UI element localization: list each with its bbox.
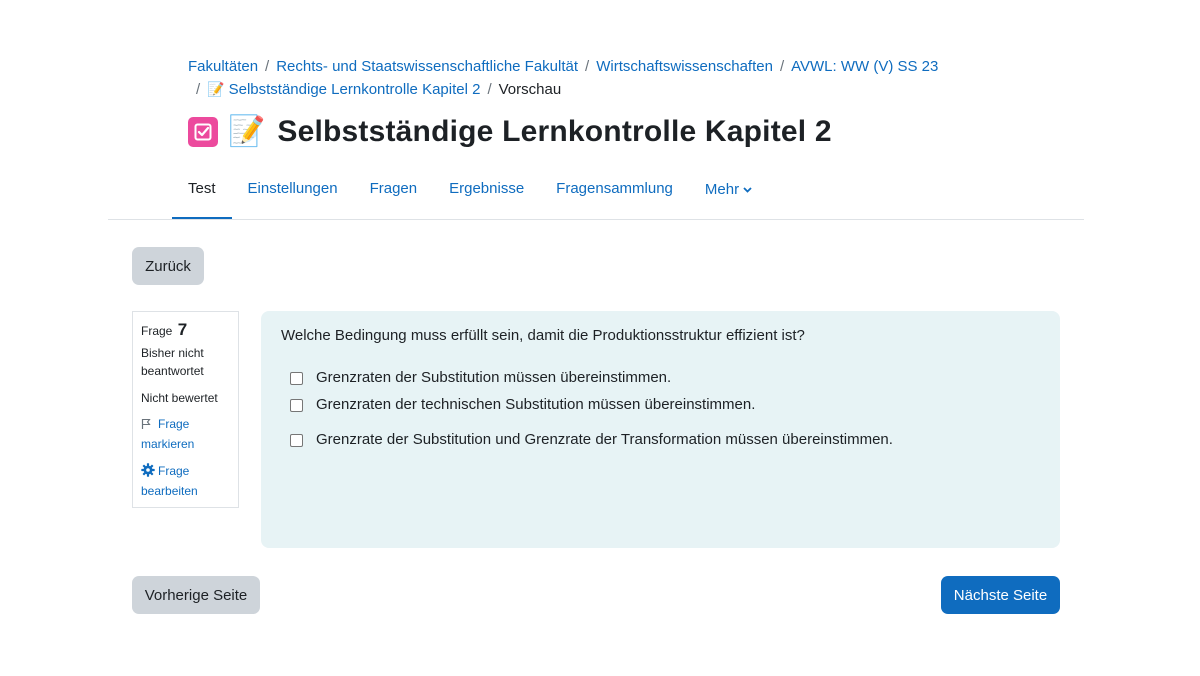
breadcrumb-separator: / [196,81,201,98]
tabs-divider [108,219,1084,220]
breadcrumb-item-quiz[interactable]: Selbstständige Lernkontrolle Kapitel 2 [229,81,481,98]
back-button[interactable]: Zurück [132,247,204,285]
answer-option[interactable]: Grenzrate der Substitution und Grenzrate… [281,430,1040,450]
question-number: 7 [177,320,188,339]
breadcrumb-separator: / [779,58,785,75]
answer-list: Grenzraten der Substitution müssen übere… [281,368,1040,450]
question-content: Welche Bedingung muss erfüllt sein, dami… [261,311,1060,548]
question-state: Bisher nicht beantwortet [141,346,204,378]
question-number-label: Frage [141,324,173,338]
secondary-navigation: Test Einstellungen Fragen Ergebnisse Fra… [172,170,768,220]
answer-checkbox[interactable] [290,398,303,412]
breadcrumb-separator: / [265,58,270,75]
flag-icon [141,417,155,435]
breadcrumb-item-wirtschaftswissenschaften[interactable]: Wirtschaftswissenschaften [596,58,773,75]
tab-mehr[interactable]: Mehr [689,170,768,220]
answer-label: Grenzrate der Substitution und Grenzrate… [316,431,893,448]
gear-icon [141,463,155,482]
question-grade: Nicht bewertet [141,391,218,405]
quiz-checkbox-icon [188,117,218,147]
previous-page-button[interactable]: Vorherige Seite [132,576,260,614]
page-title: Selbstständige Lernkontrolle Kapitel 2 [277,115,832,148]
page-header: 📝 Selbstständige Lernkontrolle Kapitel 2 [188,112,832,152]
breadcrumb: Fakultäten / Rechts- und Staatswissenschaf… [188,55,968,101]
breadcrumb-item-fakultaeten[interactable]: Fakultäten [188,58,258,75]
tab-mehr-label: Mehr [704,181,740,198]
memo-icon: 📝 [207,81,225,97]
flag-question-link[interactable]: Frage markieren [141,415,230,453]
answer-option[interactable]: Grenzraten der Substitution müssen übere… [281,368,1040,388]
tab-fragen[interactable]: Fragen [354,170,434,220]
answer-label: Grenzraten der Substitution müssen übere… [316,369,672,386]
breadcrumb-current: Vorschau [498,81,562,98]
answer-checkbox[interactable] [290,371,303,385]
answer-checkbox[interactable] [290,433,303,447]
chevron-down-icon [743,180,752,197]
breadcrumb-item-course[interactable]: AVWL: WW (V) SS 23 [791,58,938,75]
edit-question-link[interactable]: Frage bearbeiten [141,462,230,500]
breadcrumb-separator: / [585,58,590,75]
answer-label: Grenzraten der technischen Substitution … [316,396,756,413]
tab-einstellungen[interactable]: Einstellungen [232,170,354,220]
question-info-panel: Frage 7 Bisher nicht beantwortet Nicht b… [132,311,239,508]
breadcrumb-item-fakultaet[interactable]: Rechts- und Staatswissenschaftliche Faku… [276,58,578,75]
tab-fragensammlung[interactable]: Fragensammlung [540,170,689,220]
memo-icon: 📝 [228,115,266,148]
breadcrumb-row: / 📝 Selbstständige Lernkontrolle Kapitel 2… [188,78,968,101]
question-text: Welche Bedingung muss erfüllt sein, dami… [281,327,805,344]
breadcrumb-separator: / [487,81,492,98]
tab-test[interactable]: Test [172,170,232,220]
tab-ergebnisse[interactable]: Ergebnisse [433,170,540,220]
next-page-button[interactable]: Nächste Seite [941,576,1060,614]
answer-option[interactable]: Grenzraten der technischen Substitution … [281,395,1040,415]
